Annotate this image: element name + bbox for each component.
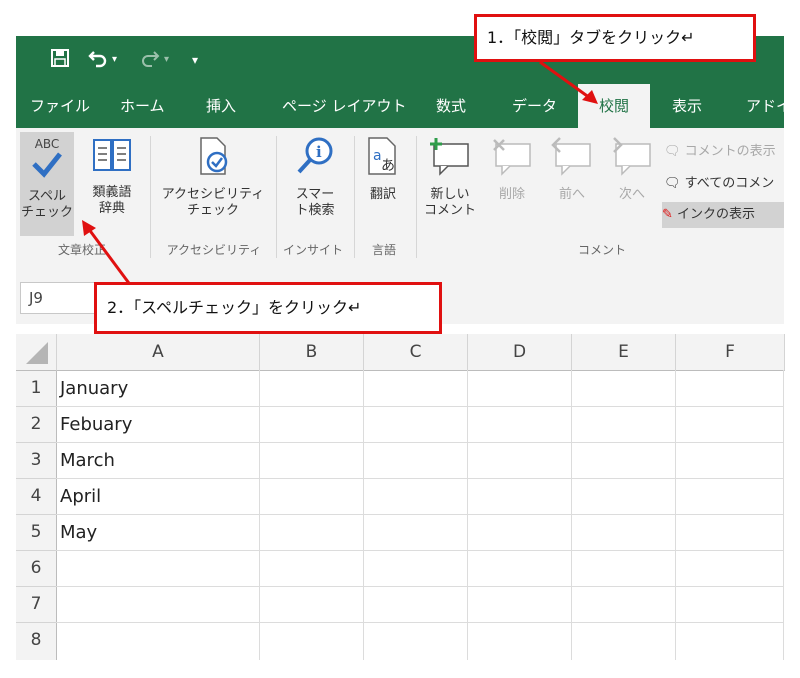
callout-arrows	[82, 60, 598, 299]
callout-step1: 1．「校閲」タブをクリック↵	[474, 14, 756, 62]
arrow-to-review-tab	[539, 60, 598, 104]
callout-step2: 2．「スペルチェック」をクリック↵	[94, 282, 442, 334]
